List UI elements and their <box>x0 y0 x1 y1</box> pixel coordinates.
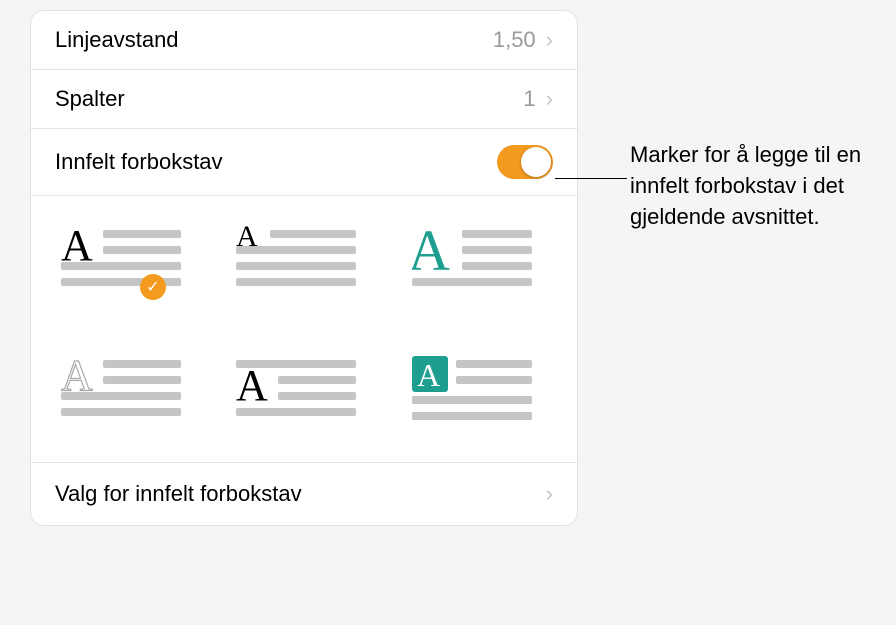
drop-cap-style-3[interactable]: A <box>412 222 532 292</box>
line-spacing-value: 1,50 <box>493 27 536 53</box>
drop-cap-styles-section: A ✓ A <box>31 196 577 463</box>
columns-row[interactable]: Spalter 1 › <box>31 70 577 129</box>
columns-value-group: 1 › <box>523 86 553 112</box>
drop-cap-options-label: Valg for innfelt forbokstav <box>55 481 302 507</box>
drop-cap-toggle[interactable] <box>497 145 553 179</box>
svg-text:A: A <box>412 222 450 283</box>
drop-cap-row: Innfelt forbokstav <box>31 129 577 196</box>
settings-panel: Linjeavstand 1,50 › Spalter 1 › Innfelt … <box>30 10 578 526</box>
drop-cap-style-1[interactable]: A ✓ <box>61 222 181 292</box>
styles-grid: A ✓ A <box>51 222 557 452</box>
columns-label: Spalter <box>55 86 523 112</box>
chevron-right-icon: › <box>546 481 553 507</box>
line-spacing-value-group: 1,50 › <box>493 27 553 53</box>
drop-cap-style-6[interactable]: A <box>412 352 532 422</box>
chevron-right-icon: › <box>546 86 553 112</box>
line-spacing-label: Linjeavstand <box>55 27 493 53</box>
drop-cap-options-row[interactable]: Valg for innfelt forbokstav › <box>31 463 577 525</box>
drop-cap-style-4[interactable]: A <box>61 352 181 422</box>
drop-cap-label: Innfelt forbokstav <box>55 149 497 175</box>
chevron-right-icon: › <box>546 27 553 53</box>
drop-cap-style-5[interactable]: A <box>236 352 356 422</box>
svg-text:A: A <box>417 357 440 393</box>
callout-text: Marker for å legge til en innfelt forbok… <box>630 140 880 232</box>
line-spacing-row[interactable]: Linjeavstand 1,50 › <box>31 11 577 70</box>
callout-leader-line <box>555 178 627 179</box>
drop-cap-style-2[interactable]: A <box>236 222 356 292</box>
check-badge-icon: ✓ <box>140 274 166 300</box>
svg-text:A: A <box>236 361 268 410</box>
columns-value: 1 <box>523 86 535 112</box>
toggle-knob <box>521 147 551 177</box>
